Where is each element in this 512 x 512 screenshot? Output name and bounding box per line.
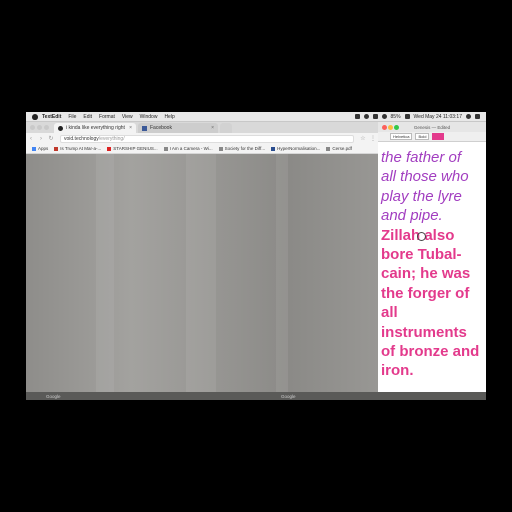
star-icon[interactable]: ☆ [358,135,368,142]
page-content[interactable] [26,154,378,400]
text-line: all those who [381,168,469,186]
tab-label: i kinda like everything right [66,125,125,131]
document-title: Genesis — Edited [413,124,451,130]
bookmark-label: Society for the Diff... [224,146,266,151]
tab-facebook[interactable]: Facebook × [138,123,218,133]
bookmark-item[interactable]: STARSHIP GENIUS... [107,146,158,151]
menu-help[interactable]: Help [164,114,174,120]
background-streak [96,154,114,400]
browser-window: i kinda like everything right × Facebook… [26,122,378,400]
bottom-label: Google [46,394,61,399]
text-line: the forger of [381,284,470,302]
menu-format[interactable]: Format [99,114,115,120]
close-tab-icon[interactable]: × [129,125,132,131]
bookmark-favicon [107,146,112,151]
document-text[interactable]: the father of all those who play the lyr… [381,148,486,381]
bookmark-item[interactable]: I Am a Camera - Wi... [163,146,213,151]
screen: TextEdit File Edit Format View Window He… [26,112,486,400]
bottom-strip: Google Google [26,392,486,400]
tab-bar: i kinda like everything right × Facebook… [26,122,378,133]
battery-percent[interactable]: 85% [391,114,401,120]
minimize-window-button[interactable] [37,125,42,130]
url-path: /everything/ [98,135,125,142]
tab-active[interactable]: i kinda like everything right × [54,123,136,133]
background-streak [276,154,288,400]
url-host: void.technology [64,135,99,142]
bottom-label: Google [281,394,296,399]
address-bar[interactable]: void.technology/everything/ [60,134,354,143]
forward-icon[interactable]: › [36,136,46,142]
new-tab-button[interactable] [220,123,232,133]
menu-clock[interactable]: Wed May 24 11:03:17 [414,114,462,120]
menu-edit[interactable]: Edit [83,114,92,120]
text-line: play the lyre [381,187,462,205]
bookmark-item[interactable]: Is Trump At Mar-a-... [54,146,101,151]
search-icon[interactable] [466,114,471,119]
font-weight-select[interactable]: Bold [415,133,430,140]
text-color-swatch[interactable] [432,133,445,140]
menu-icon[interactable] [475,114,480,119]
background-streak [186,154,216,400]
status-icon[interactable] [372,114,378,119]
menu-window[interactable]: Window [140,114,158,120]
menu-file[interactable]: File [68,114,76,120]
tab-label: Facebook [150,125,172,131]
text-line: all [381,304,398,322]
text-line: the father of [381,149,462,166]
menu-app-name[interactable]: TextEdit [42,114,61,120]
apps-icon [32,146,36,151]
zoom-window-button[interactable] [394,125,399,130]
file-icon [326,146,331,151]
text-line: and pipe. [381,207,443,225]
font-family-select[interactable]: Helvetica [390,133,413,140]
wikipedia-icon [218,146,223,151]
bookmark-label: STARSHIP GENIUS... [113,146,158,151]
bookmark-item[interactable]: HyperNormalisation... [271,146,320,151]
bookmark-label: HyperNormalisation... [277,146,321,151]
mouse-cursor-icon [417,232,426,241]
battery-icon[interactable] [404,114,410,119]
bookmark-label: Cerse.pdf [332,146,352,151]
bookmark-favicon [271,146,276,151]
bookmark-label: I Am a Camera - Wi... [169,146,213,151]
menu-bar: TextEdit File Edit Format View Window He… [26,112,486,122]
menu-view[interactable]: View [122,114,133,120]
status-icon[interactable] [363,114,369,119]
reload-icon[interactable]: ↻ [46,135,56,142]
facebook-icon [142,125,147,131]
text-line: of bronze and [381,343,480,361]
bookmark-label: Is Trump At Mar-a-... [60,146,102,151]
bookmarks-bar: Apps Is Trump At Mar-a-... STARSHIP GENI… [26,144,378,154]
bookmark-favicon [54,146,59,151]
browser-toolbar: ‹ › ↻ void.technology/everything/ ☆ ⋮ [26,133,378,144]
close-window-button[interactable] [30,125,35,130]
tab-favicon [58,125,63,131]
status-icon[interactable] [354,114,360,119]
zoom-window-button[interactable] [44,125,49,130]
minimize-window-button[interactable] [388,125,393,130]
bookmark-label: Apps [38,146,49,151]
bookmark-apps[interactable]: Apps [32,146,48,151]
format-bar: Helvetica Bold [378,132,486,142]
wikipedia-icon [163,146,168,151]
menu-icon[interactable]: ⋮ [368,135,378,142]
back-icon[interactable]: ‹ [26,136,36,142]
close-window-button[interactable] [382,125,387,130]
textedit-titlebar[interactable]: Genesis — Edited [378,122,486,132]
bookmark-item[interactable]: Society for the Diff... [218,146,266,151]
bookmark-item[interactable]: Cerse.pdf [326,146,352,151]
text-line: Zillah also [381,226,455,244]
text-line: cain; he was [381,265,471,283]
text-line: bore Tubal- [381,246,462,264]
textedit-window: Genesis — Edited Helvetica Bold the fath… [378,122,486,400]
close-tab-icon[interactable]: × [211,125,214,131]
apple-icon[interactable] [32,113,38,120]
text-line: iron. [381,362,414,380]
text-line: instruments [381,323,467,341]
wifi-icon[interactable] [381,114,387,119]
